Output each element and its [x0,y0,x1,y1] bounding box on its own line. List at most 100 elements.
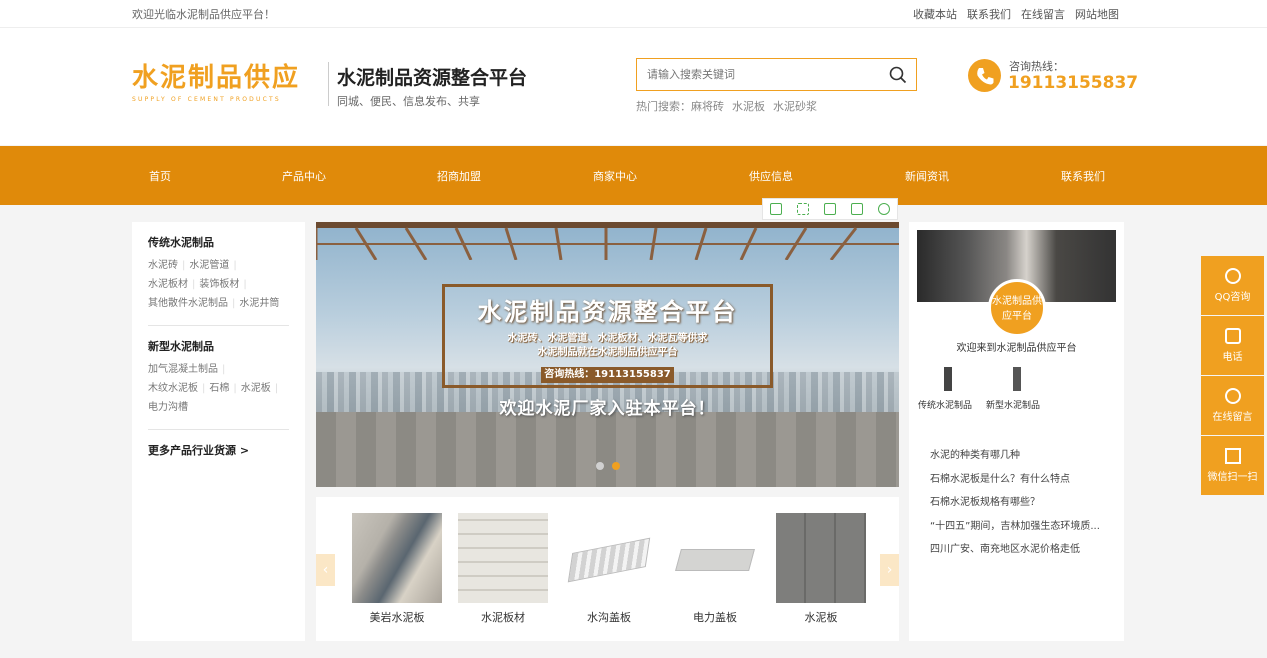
carousel-prev-button[interactable]: ‹ [316,554,335,586]
category-title[interactable]: 新型水泥制品 [148,338,289,354]
nav-news[interactable]: 新闻资讯 [905,168,949,184]
search-box [636,58,917,91]
product-card[interactable]: 水泥板材 [458,513,548,625]
nav-supply[interactable]: 供应信息 [749,168,793,184]
mini-product-image[interactable] [1013,367,1021,391]
banner-floor [316,412,899,487]
carousel-next-button[interactable]: › [880,554,899,586]
hot-item[interactable]: 水泥板 [732,98,765,114]
hot-label[interactable]: 热门搜索：麻将砖 [636,98,724,114]
bookmark-link[interactable]: 收藏本站 [913,6,957,22]
qrcode-icon [1224,448,1241,464]
search-icon[interactable] [888,65,908,85]
welcome-message: 欢迎来到水泥制品供应平台 [956,343,1077,354]
header: 水泥制品供应 SUPPLY OF CEMENT PRODUCTS 水泥制品资源整… [0,28,1267,145]
contact-link[interactable]: 联系我们 [967,6,1011,22]
nav-contact[interactable]: 联系我们 [1061,168,1105,184]
separator: | [243,279,247,290]
separator: | [222,364,226,375]
sitemap-link[interactable]: 网站地图 [1075,6,1119,22]
product-name: 水泥板材 [481,611,525,624]
site-logo[interactable]: 水泥制品供应 SUPPLY OF CEMENT PRODUCTS [132,62,312,103]
nav-products[interactable]: 产品中心 [282,168,326,184]
mini-product-image[interactable] [944,367,952,391]
news-item[interactable]: “十四五”期间，吉林加强生态环境质... [930,515,1110,539]
gear-icon[interactable] [877,203,890,215]
banner-dot-active[interactable] [612,462,620,470]
search-input[interactable] [637,59,877,90]
product-image [352,513,442,603]
logo-cn: 水泥制品供应 [132,63,301,93]
banner-sub-line: 水泥砖、水泥管道、水泥板材、水泥瓦等供求 [507,333,708,344]
news-item[interactable]: 石棉水泥板规格有哪些？ [930,491,1110,515]
category-link[interactable]: 装饰板材 [199,279,239,290]
separator: | [182,260,186,271]
right-panel: 水泥制品供应平台 欢迎来到水泥制品供应平台 传统水泥制品 新型水泥制品 水泥的种… [909,222,1124,641]
top-links: 收藏本站 联系我们 在线留言 网站地图 [913,6,1119,22]
category-link[interactable]: 水泥板 [241,383,271,394]
product-card[interactable]: 水泥板 [776,513,866,625]
message-label: 在线留言 [1212,412,1253,423]
wechat-button[interactable]: 微信扫一扫 [1201,436,1264,495]
nav-merchant[interactable]: 商家中心 [593,168,637,184]
slogan: 水泥制品资源整合平台 同城、便民、信息发布、共享 [337,63,527,109]
product-shape [567,537,651,583]
product-card[interactable]: 电力盖板 [670,513,760,625]
category-link[interactable]: 水泥板材 [148,279,188,290]
news-item[interactable]: 四川广安、南充地区水泥价格走低 [930,538,1110,562]
save-icon[interactable] [823,203,836,215]
logo-en: SUPPLY OF CEMENT PRODUCTS [132,96,281,103]
hot-search: 热门搜索：麻将砖 水泥板 水泥砂浆 [636,98,817,114]
news-item[interactable]: 石棉水泥板是什么？有什么特点 [930,468,1110,492]
qq-button[interactable]: QQ咨询 [1201,256,1264,315]
product-name: 水沟盖板 [587,611,631,624]
category-link[interactable]: 水泥井筒 [239,298,279,309]
news-item[interactable]: 水泥的种类有哪几种 [930,444,1110,468]
nav-home[interactable]: 首页 [149,168,171,184]
category-row: 木纹水泥板 | 石棉 | 水泥板 | [148,379,289,398]
phone-label: 电话 [1222,352,1243,363]
separator: | [202,383,206,394]
product-image [670,513,760,603]
share-icon[interactable] [850,203,863,215]
separator: | [274,383,279,394]
banner-hotline: 咨询热线：19113155837 [541,367,674,383]
phone-icon [1224,328,1241,344]
main-nav: 首页 产品中心 招商加盟 商家中心 供应信息 新闻资讯 联系我们 [0,146,1267,205]
hero-banner[interactable]: 水泥制品资源整合平台 水泥砖、水泥管道、水泥板材、水泥瓦等供求 水泥制品就在水泥… [316,222,899,487]
phone-icon [968,59,1001,92]
category-link[interactable]: 加气混凝土制品 [148,364,218,375]
category-row: 电力沟槽 [148,398,289,417]
message-button[interactable]: 在线留言 [1201,376,1264,435]
qq-icon [1224,268,1241,284]
category-link[interactable]: 其他散件水泥制品 [148,298,228,309]
phone-button[interactable]: 电话 [1201,316,1264,375]
product-card[interactable]: 美岩水泥板 [352,513,442,625]
news-list: 水泥的种类有哪几种 石棉水泥板是什么？有什么特点 石棉水泥板规格有哪些？ “十四… [930,444,1110,562]
category-link[interactable]: 电力沟槽 [148,402,188,413]
category-link[interactable]: 木纹水泥板 [148,383,198,394]
banner-canopy [316,222,899,260]
category-link[interactable]: 石棉 [209,383,229,394]
product-shape [675,549,755,571]
message-link[interactable]: 在线留言 [1021,6,1065,22]
category-row: 水泥板材 | 装饰板材 | [148,275,289,294]
mobile-icon[interactable] [770,203,783,215]
mini-label[interactable]: 新型水泥制品 [986,398,1040,411]
banner-sub-line: 水泥制品就在水泥制品供应平台 [537,347,678,358]
banner-dot[interactable] [596,462,604,470]
product-name: 水泥板 [804,611,838,624]
category-title[interactable]: 传统水泥制品 [148,234,289,250]
category-link[interactable]: 水泥管道 [189,260,229,271]
category-link[interactable]: 水泥砖 [148,260,178,271]
banner-dots [596,462,620,470]
hot-item[interactable]: 水泥砂浆 [773,98,817,114]
page-tools [762,198,898,220]
nav-franchise[interactable]: 招商加盟 [437,168,481,184]
hotline-label: 咨询热线： [1009,60,1064,73]
more-products-link[interactable]: 更多产品行业货源 > [148,442,289,458]
product-card[interactable]: 水沟盖板 [564,513,654,625]
mini-label[interactable]: 传统水泥制品 [918,398,972,411]
fullscreen-icon[interactable] [797,203,810,215]
category-new: 新型水泥制品 加气混凝土制品 | 木纹水泥板 | 石棉 | 水泥板 | 电力沟槽 [148,338,289,430]
